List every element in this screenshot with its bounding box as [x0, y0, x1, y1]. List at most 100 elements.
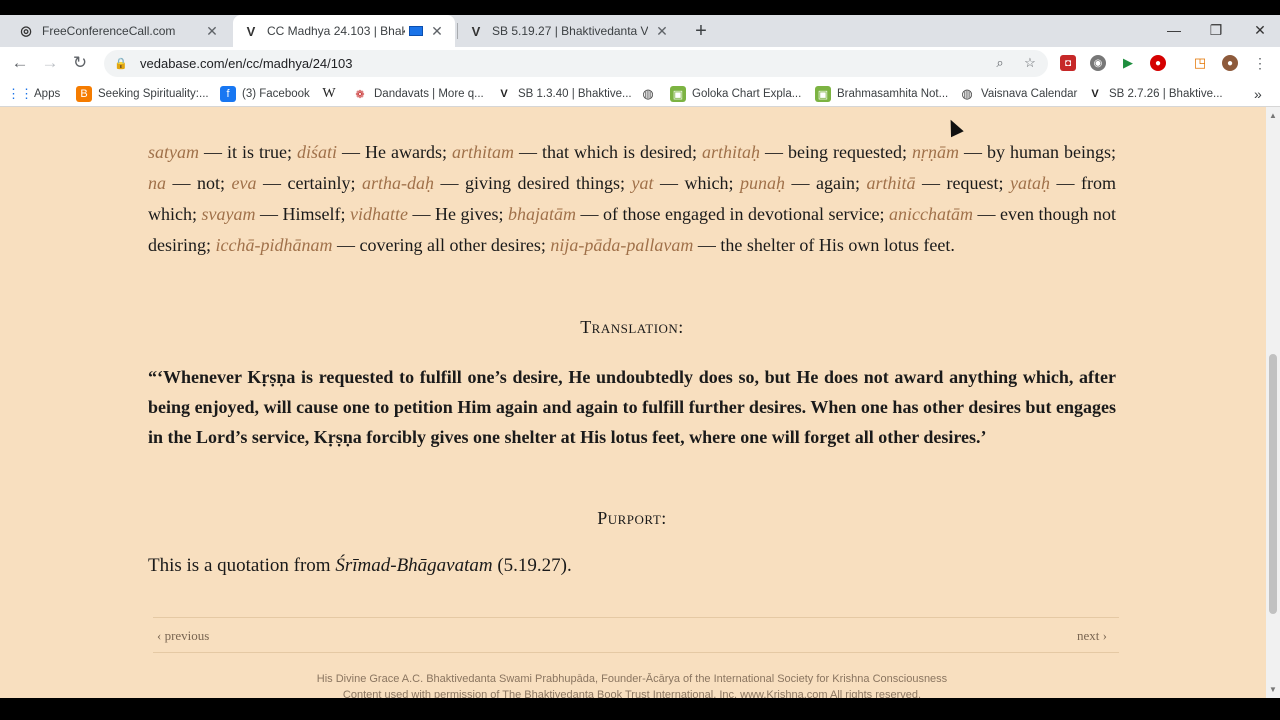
avatar[interactable]: ●	[1222, 55, 1238, 71]
bookmark-facebook[interactable]: f (3) Facebook	[220, 85, 310, 103]
bookmark-sb-2-7-26[interactable]: V SB 2.7.26 | Bhaktive...	[1087, 85, 1223, 103]
close-icon[interactable]: ✕	[429, 23, 445, 40]
synonym-term[interactable]: anicchatām	[889, 204, 973, 224]
previous-link[interactable]: ‹ previous	[157, 628, 209, 644]
synonym-term[interactable]: yataḥ	[1010, 173, 1050, 193]
synonym-meaning: — certainly;	[256, 173, 362, 193]
synonym-term[interactable]: nṛṇām	[912, 142, 959, 162]
globe-icon: ◍	[961, 86, 973, 101]
extension-pocket-icon[interactable]: ◘	[1060, 55, 1076, 71]
synonym-meaning: — by human beings;	[959, 142, 1116, 162]
synonym-term[interactable]: nija-pāda-pallavam	[550, 235, 693, 255]
footer-line-2: Content used with permission of The Bhak…	[342, 689, 922, 698]
vertical-scrollbar[interactable]: ▲ ▼	[1266, 107, 1280, 698]
synonym-meaning: — Himself;	[255, 204, 350, 224]
page-content: satyam — it is true; diśati — He awards;…	[0, 107, 1266, 698]
new-tab-button[interactable]: +	[690, 15, 712, 47]
address-bar[interactable]: 🔒 vedabase.com/en/cc/madhya/24/103	[104, 50, 1048, 77]
synonym-meaning: — which;	[653, 173, 740, 193]
translation-heading: Translation:	[580, 317, 684, 337]
image-icon: ▣	[670, 86, 686, 102]
synonym-term[interactable]: diśati	[297, 142, 337, 162]
menu-icon[interactable]: ⋮	[1252, 55, 1268, 71]
bookmark-label: SB 2.7.26 | Bhaktive...	[1109, 88, 1223, 100]
vedabase-icon: V	[471, 23, 481, 39]
zoom-icon[interactable]: ⌕	[992, 55, 1008, 71]
close-icon[interactable]: ✕	[654, 23, 670, 40]
tab-cc-madhya[interactable]: V CC Madhya 24.103 | Bhaktive ✕	[233, 15, 455, 47]
restore-icon[interactable]: ❐	[1196, 15, 1236, 45]
extension-play-icon[interactable]: ▶	[1120, 55, 1136, 71]
bookmark-goloka-chart[interactable]: ▣ Goloka Chart Expla...	[670, 85, 801, 103]
tab-sb-5-19-27[interactable]: V SB 5.19.27 | Bhaktivedanta Vedab ✕	[458, 15, 680, 47]
synonym-meaning: — covering all other desires;	[332, 235, 551, 255]
synonym-term[interactable]: satyam	[148, 142, 199, 162]
bookmarks-overflow-button[interactable]: »	[1254, 85, 1262, 103]
synonym-term[interactable]: vidhatte	[350, 204, 408, 224]
synonym-term[interactable]: bhajatām	[508, 204, 576, 224]
synonym-term[interactable]: eva	[232, 173, 257, 193]
tab-title: CC Madhya 24.103 | Bhaktive	[267, 24, 405, 38]
star-icon[interactable]: ☆	[1022, 55, 1038, 71]
reload-icon[interactable]: ↻	[68, 51, 92, 75]
synonym-term[interactable]: arthitā	[866, 173, 915, 193]
bookmark-seeking-spirituality[interactable]: B Seeking Spirituality:...	[76, 85, 209, 103]
synonym-term[interactable]: punaḥ	[740, 173, 785, 193]
scroll-up-icon[interactable]: ▲	[1269, 111, 1277, 120]
tab-strip: ◎ FreeConferenceCall.com ✕ V CC Madhya 2…	[0, 15, 1280, 47]
purport-book-link[interactable]: Śrīmad-Bhāgavatam	[335, 555, 492, 576]
synonym-meaning: — again;	[784, 173, 867, 193]
wikipedia-icon: W	[322, 86, 336, 101]
synonyms-paragraph: satyam — it is true; diśati — He awards;…	[148, 137, 1116, 261]
bookmark-label: Dandavats | More q...	[374, 88, 484, 100]
vedabase-icon: V	[1091, 88, 1099, 100]
window-top-strip	[0, 0, 1280, 15]
extension-red-icon[interactable]: ●	[1150, 55, 1166, 71]
vedabase-icon: V	[500, 88, 508, 100]
scrollbar-thumb[interactable]	[1269, 354, 1277, 614]
bookmark-brahmasamhita[interactable]: ▣ Brahmasamhita Not...	[815, 85, 948, 103]
next-link[interactable]: next ›	[1077, 628, 1107, 644]
bookmark-label: (3) Facebook	[242, 88, 310, 100]
scroll-down-icon[interactable]: ▼	[1269, 685, 1277, 694]
purport-suffix: (5.19.27).	[492, 555, 572, 576]
synonym-term[interactable]: arthitam	[452, 142, 514, 162]
close-icon[interactable]: ✕	[204, 23, 220, 40]
bookmark-globe[interactable]: ◍	[640, 85, 662, 103]
apps-grid-icon: ⋮⋮	[7, 86, 33, 101]
synonym-term[interactable]: na	[148, 173, 166, 193]
bookmark-sb-1-3-40[interactable]: V SB 1.3.40 | Bhaktive...	[496, 85, 631, 103]
synonym-meaning: — giving desired things;	[433, 173, 632, 193]
globe-icon: ◍	[642, 86, 654, 101]
purport-heading: Purport:	[597, 508, 667, 528]
close-window-icon[interactable]: ✕	[1240, 15, 1280, 45]
window-bottom-strip	[0, 698, 1280, 720]
synonym-term[interactable]: svayam	[202, 204, 256, 224]
synonym-term[interactable]: yat	[631, 173, 653, 193]
synonym-meaning: — He gives;	[407, 204, 508, 224]
image-icon: ▣	[815, 86, 831, 102]
bookmark-vaisnava-calendar[interactable]: ◍ Vaisnava Calendar	[959, 85, 1077, 103]
translation-text: “‘Whenever Kṛṣṇa is requested to fulfill…	[148, 367, 1116, 447]
tab-freeconferencecall[interactable]: ◎ FreeConferenceCall.com ✕	[8, 15, 230, 47]
synonym-meaning: — request;	[915, 173, 1010, 193]
bookmarks-bar: ⋮⋮ Apps B Seeking Spirituality:... f (3)…	[0, 80, 1280, 107]
purport-text: This is a quotation from Śrīmad-Bhāgavat…	[148, 555, 572, 577]
synonym-meaning: — being requested;	[760, 142, 912, 162]
bookmark-apps[interactable]: ⋮⋮ Apps	[7, 85, 60, 103]
synonym-term[interactable]: artha-daḥ	[362, 173, 434, 193]
bookmark-wikipedia[interactable]: W	[321, 85, 343, 103]
purport-prefix: This is a quotation from	[148, 555, 336, 576]
synonym-term[interactable]: icchā-pidhānam	[216, 235, 333, 255]
minimize-icon[interactable]: —	[1154, 15, 1194, 45]
browser-toolbar: ← → ↻ 🔒 vedabase.com/en/cc/madhya/24/103	[0, 47, 1280, 80]
url-text: vedabase.com/en/cc/madhya/24/103	[140, 56, 353, 71]
back-icon[interactable]: ←	[8, 51, 32, 75]
synonym-meaning: — it is true;	[199, 142, 297, 162]
pager: ‹ previous next ›	[153, 617, 1119, 653]
cast-icon[interactable]: ◳	[1192, 55, 1208, 71]
extension-circle-icon[interactable]: ◉	[1090, 55, 1106, 71]
synonym-term[interactable]: arthitaḥ	[702, 142, 760, 162]
forward-icon[interactable]: →	[38, 51, 62, 75]
bookmark-dandavats[interactable]: ❁ Dandavats | More q...	[352, 85, 484, 103]
